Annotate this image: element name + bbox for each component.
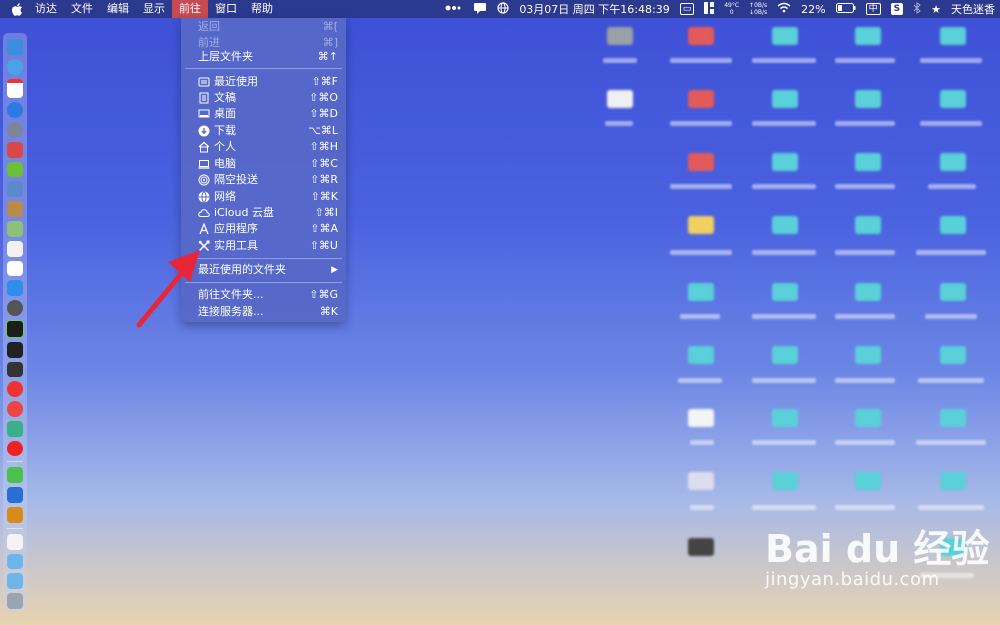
baidu-watermark: Bai du 经验 jingyan.baidu.com	[765, 518, 989, 590]
baidu-logo: Bai du 经验	[765, 527, 990, 571]
